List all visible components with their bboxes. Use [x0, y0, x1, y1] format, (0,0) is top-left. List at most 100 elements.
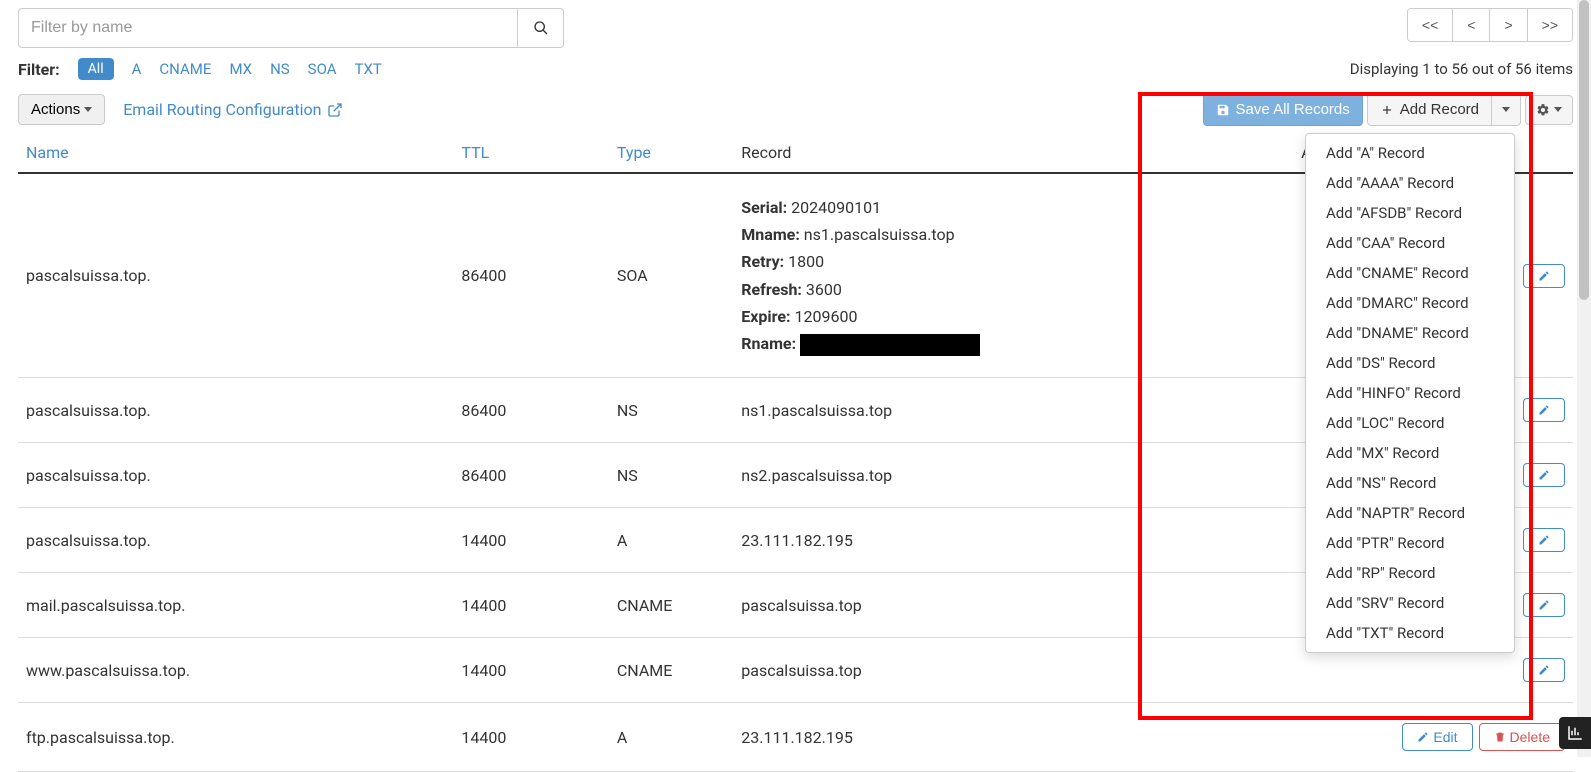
- pager-first[interactable]: <<: [1408, 9, 1452, 41]
- pencil-icon: [1538, 599, 1550, 611]
- caret-down-icon: [84, 107, 92, 112]
- pencil-icon: [1538, 469, 1550, 481]
- edit-button[interactable]: [1523, 398, 1565, 422]
- cell-name: pascalsuissa.top.: [18, 508, 453, 573]
- filter-type-a[interactable]: A: [132, 60, 142, 78]
- cell-type: A: [609, 508, 733, 573]
- col-ttl[interactable]: TTL: [453, 133, 609, 173]
- dropdown-item[interactable]: Add "LOC" Record: [1306, 408, 1514, 438]
- dropdown-item[interactable]: Add "NAPTR" Record: [1306, 498, 1514, 528]
- edit-button[interactable]: [1523, 528, 1565, 552]
- gear-icon: [1536, 103, 1550, 117]
- plus-icon: [1380, 103, 1394, 117]
- table-row: ftp.pascalsuissa.top.14400A23.111.182.19…: [18, 703, 1573, 772]
- add-record-label: Add Record: [1400, 101, 1479, 118]
- search-button[interactable]: [518, 8, 564, 48]
- cell-ttl: 86400: [453, 173, 609, 378]
- save-all-button[interactable]: Save All Records: [1203, 93, 1363, 126]
- cell-name: www.pascalsuissa.top.: [18, 638, 453, 703]
- col-name[interactable]: Name: [18, 133, 453, 173]
- filter-type-cname[interactable]: CNAME: [159, 60, 211, 78]
- search-icon: [533, 20, 549, 36]
- dropdown-item[interactable]: Add "MX" Record: [1306, 438, 1514, 468]
- edit-button[interactable]: [1523, 658, 1565, 682]
- redacted-block: [800, 334, 980, 356]
- cell-ttl: 14400: [453, 638, 609, 703]
- dropdown-item[interactable]: Add "DMARC" Record: [1306, 288, 1514, 318]
- edit-button[interactable]: [1523, 593, 1565, 617]
- dropdown-item[interactable]: Add "AAAA" Record: [1306, 168, 1514, 198]
- add-record-dropdown: Add "A" RecordAdd "AAAA" RecordAdd "AFSD…: [1305, 133, 1515, 653]
- actions-label: Actions: [31, 101, 80, 118]
- cell-record: pascalsuissa.top: [733, 638, 1293, 703]
- pencil-icon: [1538, 664, 1550, 676]
- add-record-button[interactable]: Add Record: [1367, 93, 1492, 126]
- dropdown-item[interactable]: Add "DNAME" Record: [1306, 318, 1514, 348]
- dropdown-item[interactable]: Add "CAA" Record: [1306, 228, 1514, 258]
- dropdown-item[interactable]: Add "PTR" Record: [1306, 528, 1514, 558]
- pager-next[interactable]: >: [1489, 9, 1526, 41]
- cell-name: pascalsuissa.top.: [18, 378, 453, 443]
- actions-button[interactable]: Actions: [18, 94, 105, 125]
- edit-button[interactable]: [1523, 264, 1565, 288]
- feedback-badge[interactable]: [1559, 717, 1591, 749]
- pencil-icon: [1538, 270, 1550, 282]
- filter-type-txt[interactable]: TXT: [355, 60, 382, 78]
- cell-ttl: 86400: [453, 378, 609, 443]
- edit-button[interactable]: [1523, 463, 1565, 487]
- dropdown-item[interactable]: Add "A" Record: [1306, 138, 1514, 168]
- pager-group: << < > >>: [1407, 8, 1573, 42]
- filter-all[interactable]: All: [78, 58, 114, 80]
- filter-type-ns[interactable]: NS: [270, 60, 290, 78]
- filter-type-soa[interactable]: SOA: [308, 60, 337, 78]
- filter-label: Filter:: [18, 60, 60, 79]
- cell-ttl: 14400: [453, 573, 609, 638]
- save-icon: [1216, 103, 1230, 117]
- cell-record: ns1.pascalsuissa.top: [733, 378, 1293, 443]
- col-type[interactable]: Type: [609, 133, 733, 173]
- col-record: Record: [733, 133, 1293, 173]
- caret-down-icon: [1502, 107, 1510, 112]
- filter-input[interactable]: [18, 8, 518, 48]
- dropdown-item[interactable]: Add "CNAME" Record: [1306, 258, 1514, 288]
- cell-ttl: 14400: [453, 703, 609, 772]
- cell-type: NS: [609, 443, 733, 508]
- dropdown-item[interactable]: Add "AFSDB" Record: [1306, 198, 1514, 228]
- cell-type: SOA: [609, 173, 733, 378]
- edit-button[interactable]: Edit: [1402, 723, 1472, 751]
- cell-type: CNAME: [609, 638, 733, 703]
- dropdown-item[interactable]: Add "TXT" Record: [1306, 618, 1514, 648]
- delete-button[interactable]: Delete: [1479, 723, 1565, 751]
- cell-record: ns2.pascalsuissa.top: [733, 443, 1293, 508]
- pencil-icon: [1538, 404, 1550, 416]
- cell-type: A: [609, 703, 733, 772]
- cell-name: pascalsuissa.top.: [18, 173, 453, 378]
- chart-icon: [1566, 724, 1584, 742]
- cell-record: pascalsuissa.top: [733, 573, 1293, 638]
- pencil-icon: [1538, 534, 1550, 546]
- email-routing-link[interactable]: Email Routing Configuration: [123, 100, 343, 119]
- cell-record: 23.111.182.195: [733, 703, 1293, 772]
- dropdown-item[interactable]: Add "SRV" Record: [1306, 588, 1514, 618]
- settings-button[interactable]: [1525, 95, 1573, 125]
- trash-icon: [1494, 731, 1506, 743]
- dropdown-item[interactable]: Add "DS" Record: [1306, 348, 1514, 378]
- cell-name: mail.pascalsuissa.top.: [18, 573, 453, 638]
- save-all-label: Save All Records: [1236, 101, 1350, 118]
- dropdown-item[interactable]: Add "RP" Record: [1306, 558, 1514, 588]
- cell-record: Serial: 2024090101Mname: ns1.pascalsuiss…: [733, 173, 1293, 378]
- cell-name: ftp.pascalsuissa.top.: [18, 703, 453, 772]
- pencil-icon: [1417, 731, 1429, 743]
- external-link-icon: [327, 102, 343, 118]
- pager-prev[interactable]: <: [1452, 9, 1489, 41]
- cell-name: pascalsuissa.top.: [18, 443, 453, 508]
- dropdown-item[interactable]: Add "NS" Record: [1306, 468, 1514, 498]
- caret-down-icon: [1554, 107, 1562, 112]
- pager-last[interactable]: >>: [1527, 9, 1572, 41]
- filter-type-mx[interactable]: MX: [229, 60, 252, 78]
- dropdown-item[interactable]: Add "HINFO" Record: [1306, 378, 1514, 408]
- cell-record: 23.111.182.195: [733, 508, 1293, 573]
- add-record-toggle[interactable]: [1492, 93, 1521, 126]
- cell-ttl: 86400: [453, 443, 609, 508]
- cell-type: NS: [609, 378, 733, 443]
